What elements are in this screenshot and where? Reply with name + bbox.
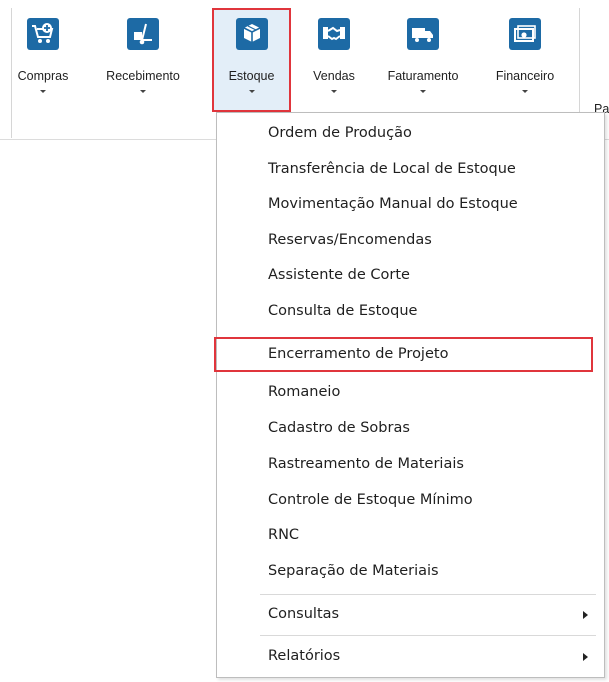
financeiro-button[interactable]: Financeiro [482,8,568,112]
menu-item-label: Rastreamento de Materiais [268,456,464,472]
menu-item-romaneio[interactable]: Romaneio [217,375,604,410]
chevron-down-icon [140,90,146,93]
chevron-down-icon [40,90,46,93]
menu-item-consultas[interactable]: Consultas [217,597,604,632]
menu-item-movimentacao-manual-estoque[interactable]: Movimentação Manual do Estoque [217,187,604,222]
menu-item-consulta-de-estoque[interactable]: Consulta de Estoque [217,294,604,329]
menu-item-separacao-de-materiais[interactable]: Separação de Materiais [217,554,604,589]
estoque-button[interactable]: Estoque [212,8,291,112]
menu-separator [260,635,596,636]
menu-item-rnc[interactable]: RNC [217,518,604,553]
chevron-down-icon [248,90,255,93]
menu-item-relatorios[interactable]: Relatórios [217,639,604,674]
menu-item-encerramento-de-projeto[interactable]: Encerramento de Projeto [214,337,593,372]
chevron-right-icon [583,653,588,661]
chevron-right-icon [583,611,588,619]
menu-item-transferencia-local-estoque[interactable]: Transferência de Local de Estoque [217,152,604,187]
faturamento-label: Faturamento [387,69,459,83]
cart-plus-icon [27,18,59,50]
menu-item-controle-estoque-minimo[interactable]: Controle de Estoque Mínimo [217,483,604,518]
menu-item-label: Cadastro de Sobras [268,420,410,436]
menu-item-reservas-encomendas[interactable]: Reservas/Encomendas [217,223,604,258]
menu-item-cadastro-de-sobras[interactable]: Cadastro de Sobras [217,411,604,446]
vendas-label: Vendas [313,69,355,83]
menu-item-label: Consulta de Estoque [268,303,418,319]
menu-item-label: Reservas/Encomendas [268,232,432,248]
menu-item-label: Encerramento de Projeto [268,346,449,362]
menu-item-label: Controle de Estoque Mínimo [268,492,473,508]
menu-item-label: Separação de Materiais [268,563,439,579]
menu-item-assistente-de-corte[interactable]: Assistente de Corte [217,258,604,293]
estoque-dropdown-menu: Ordem de Produção Transferência de Local… [214,112,605,678]
hand-truck-icon [127,18,159,50]
chevron-down-icon [420,90,426,93]
menu-item-label: Ordem de Produção [268,125,412,141]
vendas-button[interactable]: Vendas [298,8,370,112]
menu-item-label: Transferência de Local de Estoque [268,161,516,177]
menu-item-label: Movimentação Manual do Estoque [268,196,518,212]
delivery-truck-icon [407,18,439,50]
menu-item-label: Relatórios [268,648,341,664]
compras-label: Compras [17,69,69,83]
chevron-down-icon [331,90,337,93]
menu-item-label: RNC [268,527,300,543]
faturamento-button[interactable]: Faturamento [370,8,476,112]
handshake-icon [318,18,350,50]
menu-separator [260,594,596,595]
estoque-label: Estoque [228,69,275,83]
financeiro-label: Financeiro [495,69,555,83]
boxes-icon [235,18,268,50]
menu-item-ordem-de-producao[interactable]: Ordem de Produção [217,116,604,151]
menu-item-label: Consultas [268,606,340,622]
menu-item-label: Assistente de Corte [268,267,410,283]
chevron-down-icon [522,90,528,93]
compras-button[interactable]: Compras [12,8,74,112]
menu-item-label: Romaneio [268,384,341,400]
recebimento-label: Recebimento [106,69,180,83]
recebimento-button[interactable]: Recebimento [76,8,210,112]
money-icon [509,18,541,50]
menu-item-rastreamento-de-materiais[interactable]: Rastreamento de Materiais [217,447,604,482]
